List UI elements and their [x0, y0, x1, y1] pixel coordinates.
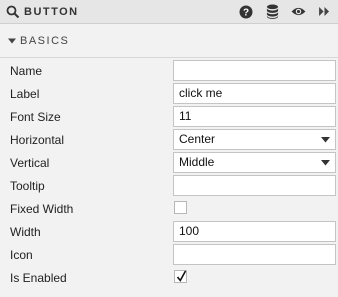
chevron-down-icon	[321, 160, 330, 166]
property-checkbox[interactable]	[174, 270, 187, 283]
property-input[interactable]	[173, 175, 336, 196]
database-icon[interactable]	[264, 4, 280, 20]
header-toolbar: ?	[228, 4, 332, 20]
property-label: Icon	[10, 248, 33, 262]
property-label: Width	[10, 225, 41, 239]
property-row: Font Size 11	[0, 106, 338, 129]
property-select[interactable]: Center	[173, 129, 336, 150]
property-label: Horizontal	[10, 133, 65, 147]
eye-icon[interactable]	[290, 4, 306, 20]
property-row: Tooltip	[0, 175, 338, 198]
search-icon	[6, 5, 20, 18]
property-input[interactable]: 100	[173, 221, 336, 242]
chevron-down-icon	[321, 137, 330, 143]
property-row: Horizontal Center	[0, 129, 338, 152]
property-label: Tooltip	[10, 179, 45, 193]
caret-down-icon	[8, 38, 16, 43]
field-value: 11	[179, 109, 192, 123]
property-row: Label click me	[0, 83, 338, 106]
panel-title: BUTTON	[24, 5, 79, 18]
property-row: Icon	[0, 244, 338, 267]
section-basics[interactable]: BASICS	[0, 24, 338, 58]
property-label: Vertical	[10, 156, 50, 170]
field-value: click me	[179, 86, 223, 100]
property-row: Width 100	[0, 221, 338, 244]
property-label: Name	[10, 64, 43, 78]
property-checkbox[interactable]	[174, 201, 187, 214]
property-label: Is Enabled	[10, 271, 67, 285]
properties-panel: BUTTON ? BASICS Name Label click me Font…	[0, 0, 338, 297]
property-label: Fixed Width	[10, 202, 74, 216]
property-input[interactable]: 11	[173, 106, 336, 127]
property-input[interactable]	[173, 60, 336, 81]
property-input[interactable]	[173, 244, 336, 265]
field-value: Center	[179, 132, 216, 146]
fast-forward-icon[interactable]	[316, 4, 332, 20]
field-value: Middle	[179, 155, 215, 169]
property-label: Label	[10, 87, 40, 101]
field-value: 100	[179, 224, 200, 238]
property-row: Name	[0, 60, 338, 83]
svg-text:?: ?	[243, 7, 249, 18]
help-icon[interactable]: ?	[238, 4, 254, 20]
section-label: BASICS	[20, 34, 70, 47]
property-row: Fixed Width	[0, 198, 338, 221]
panel-header: BUTTON ?	[0, 0, 338, 24]
property-label: Font Size	[10, 110, 61, 124]
property-input[interactable]: click me	[173, 83, 336, 104]
property-row: Is Enabled	[0, 267, 338, 290]
property-row: Vertical Middle	[0, 152, 338, 175]
checkmark-icon	[176, 270, 187, 282]
property-select[interactable]: Middle	[173, 152, 336, 173]
